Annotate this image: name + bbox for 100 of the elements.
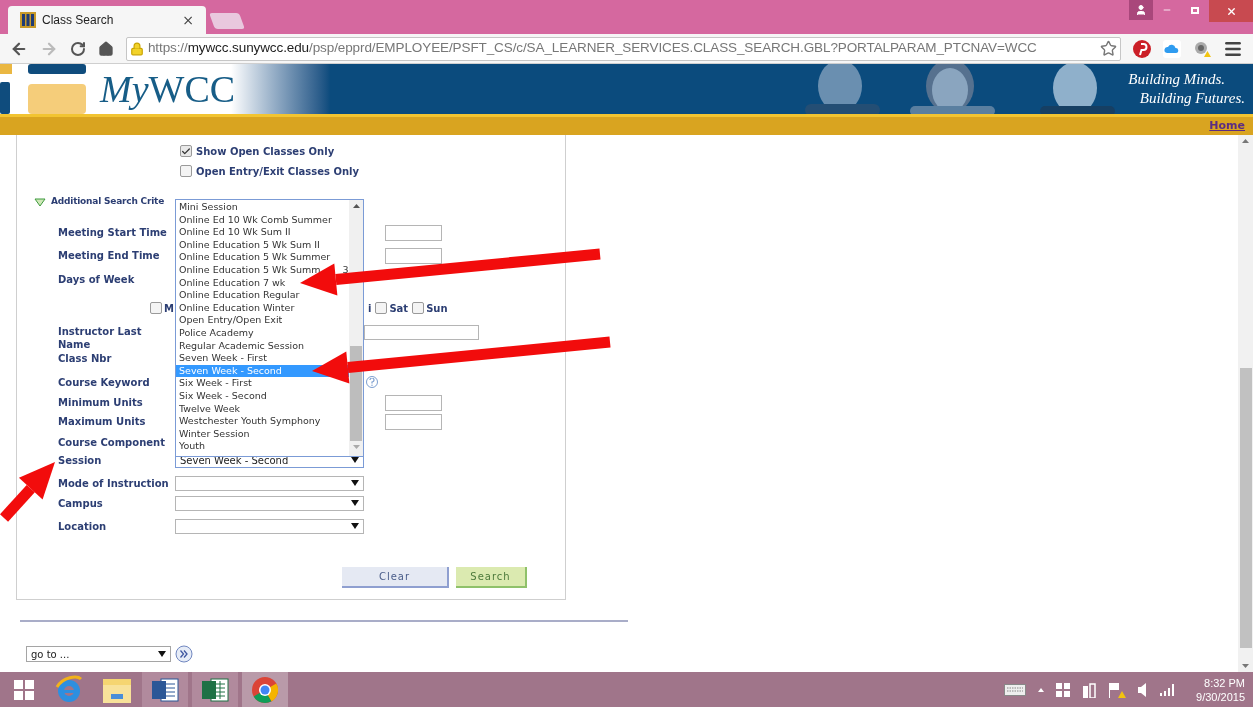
scroll-up-icon[interactable] <box>352 204 360 208</box>
dropdown-option[interactable]: Mini Session <box>176 201 238 214</box>
start-icon[interactable] <box>14 679 34 700</box>
dropdown-option[interactable]: Seven Week - First <box>176 352 267 365</box>
new-tab-button[interactable] <box>209 13 245 29</box>
input-field[interactable] <box>364 325 479 340</box>
field-label: Session <box>58 453 103 467</box>
chrome-icon[interactable] <box>251 675 279 704</box>
field-label: Location <box>58 519 108 533</box>
scroll-down-icon[interactable] <box>1242 664 1249 668</box>
go-icon[interactable] <box>175 645 193 663</box>
dropdown-option[interactable]: Online Ed 10 Wk Comb Summer <box>176 213 332 227</box>
checkbox-label: Show Open Classes Only <box>196 144 335 159</box>
checkbox[interactable] <box>180 145 192 157</box>
dropdown-option[interactable]: Online Education 5 Wk Sum II <box>176 238 320 252</box>
field-label: Meeting Start Time <box>58 226 168 239</box>
clear-button[interactable]: Clear <box>342 567 449 588</box>
bookmark-star-icon[interactable] <box>1100 40 1118 57</box>
checkbox[interactable] <box>412 302 425 314</box>
day-label: i <box>367 301 372 316</box>
lock-icon <box>129 41 144 56</box>
close-button[interactable] <box>1209 0 1253 22</box>
windows-flag-icon[interactable] <box>1056 682 1071 697</box>
caret-icon <box>351 500 359 506</box>
spreadsheet-icon[interactable] <box>201 676 229 703</box>
help-icon[interactable] <box>366 376 378 388</box>
select-field[interactable] <box>175 495 364 511</box>
show-hidden-icon[interactable] <box>1038 687 1045 692</box>
home-icon[interactable] <box>97 40 114 57</box>
signal-icon[interactable] <box>1160 683 1177 696</box>
dropdown-option[interactable]: Online Education Regular <box>176 289 300 302</box>
site-logo: MyWCC <box>100 69 236 109</box>
dropdown-option[interactable]: Online Ed 10 Wk Sum II <box>176 226 291 239</box>
scroll-up-icon[interactable] <box>1242 139 1249 143</box>
annotation-arrow <box>0 462 55 522</box>
close-icon <box>1225 5 1237 17</box>
dropdown-option[interactable]: Westchester Youth Symphony <box>176 415 321 428</box>
dropdown-option[interactable]: Police Academy <box>176 326 254 340</box>
home-link[interactable]: Home <box>1209 117 1245 135</box>
flag-warning-icon[interactable] <box>1108 681 1127 698</box>
profile-button[interactable] <box>1129 0 1153 20</box>
dropdown-option[interactable]: Online Education 5 Wk Summer <box>176 251 331 264</box>
reload-icon[interactable] <box>69 40 86 57</box>
extension-icon[interactable] <box>1193 39 1211 58</box>
person-icon <box>1135 4 1147 16</box>
day-label: Sun <box>426 301 448 316</box>
dropdown-option[interactable]: Six Week - Second <box>176 389 267 403</box>
dropdown-option[interactable]: Youth <box>176 440 206 453</box>
tab-close-button[interactable]: × <box>182 9 194 31</box>
dropdown-option[interactable]: Online Education Winter <box>176 301 295 315</box>
speaker-icon[interactable] <box>1138 682 1149 697</box>
dropdown-option[interactable]: Twelve Week <box>176 402 240 416</box>
keyboard-icon[interactable] <box>1004 683 1027 696</box>
address-bar[interactable]: https://mywcc.sunywcc.edu/psp/epprd/EMPLOYEE/PSFT_CS/c/SA_LEARNER_SERVICES.CLASS_SEARCH.GBL?PORTALPARAM_PTCNAV=WCC <box>125 36 1122 61</box>
field-label: Meeting End Time <box>58 249 161 262</box>
goto-select[interactable]: go to ... <box>26 646 171 662</box>
url-text: https://mywcc.sunywcc.edu/psp/epprd/EMPLOYEE/PSFT_CS/c/SA_LEARNER_SERVICES.CLASS_SEARCH.GBL?PORTALPARAM_PTCNAV=WCC <box>147 39 1038 58</box>
field-label: Class Nbr <box>58 351 113 365</box>
input-field[interactable] <box>385 247 442 264</box>
input-field[interactable] <box>385 224 442 241</box>
field-label: Minimum Units <box>58 396 144 409</box>
section-title: Additional Search Crite <box>51 195 165 209</box>
checkbox-label: Open Entry/Exit Classes Only <box>196 164 360 179</box>
pin-extension-icon[interactable] <box>1133 39 1152 58</box>
clock-time: 8:32 PM <box>1204 675 1245 690</box>
tagline-text: Building Futures. <box>1139 89 1245 108</box>
scrollbar-thumb[interactable] <box>1239 367 1252 648</box>
cloud-icon[interactable] <box>1163 39 1182 58</box>
field-label: Course Keyword <box>58 375 151 389</box>
expand-triangle-icon[interactable] <box>34 197 46 207</box>
word-icon[interactable] <box>151 676 179 703</box>
checkbox[interactable] <box>375 302 388 314</box>
dropdown-option[interactable]: Regular Academic Session <box>176 339 305 353</box>
checkbox[interactable] <box>150 302 162 314</box>
field-label: Instructor Last Name <box>58 325 143 351</box>
browser-tab[interactable]: Class Search × <box>8 6 206 34</box>
day-label: M <box>164 301 174 316</box>
field-label: Maximum Units <box>58 415 147 428</box>
caret-icon <box>351 523 359 529</box>
input-field[interactable] <box>385 413 442 430</box>
dropdown-option[interactable]: Six Week - First <box>176 377 252 390</box>
dropdown-option[interactable]: Open Entry/Open Exit <box>176 314 283 327</box>
restore-icon[interactable] <box>1191 6 1199 14</box>
caret-icon <box>158 651 166 657</box>
checkbox[interactable] <box>180 165 192 177</box>
clock-date: 9/30/2015 <box>1196 689 1245 704</box>
scroll-down-icon[interactable] <box>352 445 360 449</box>
select-field[interactable] <box>175 518 364 534</box>
dropdown-option[interactable]: Online Education 5 Wk Summ 3 <box>176 263 349 277</box>
field-label: Course Component <box>58 435 166 449</box>
tagline-text: Building Minds. <box>1128 70 1225 89</box>
select-field[interactable] <box>175 475 364 491</box>
caret-icon <box>351 480 359 486</box>
dropdown-option[interactable]: Winter Session <box>176 427 250 441</box>
grid-icon <box>20 12 36 28</box>
tab-title: Class Search <box>42 12 115 29</box>
input-field[interactable] <box>385 394 442 411</box>
browser-e-icon[interactable] <box>54 674 84 705</box>
search-button[interactable]: Search <box>456 567 527 588</box>
dropdown-option[interactable]: Online Education 7 wk <box>176 276 286 290</box>
